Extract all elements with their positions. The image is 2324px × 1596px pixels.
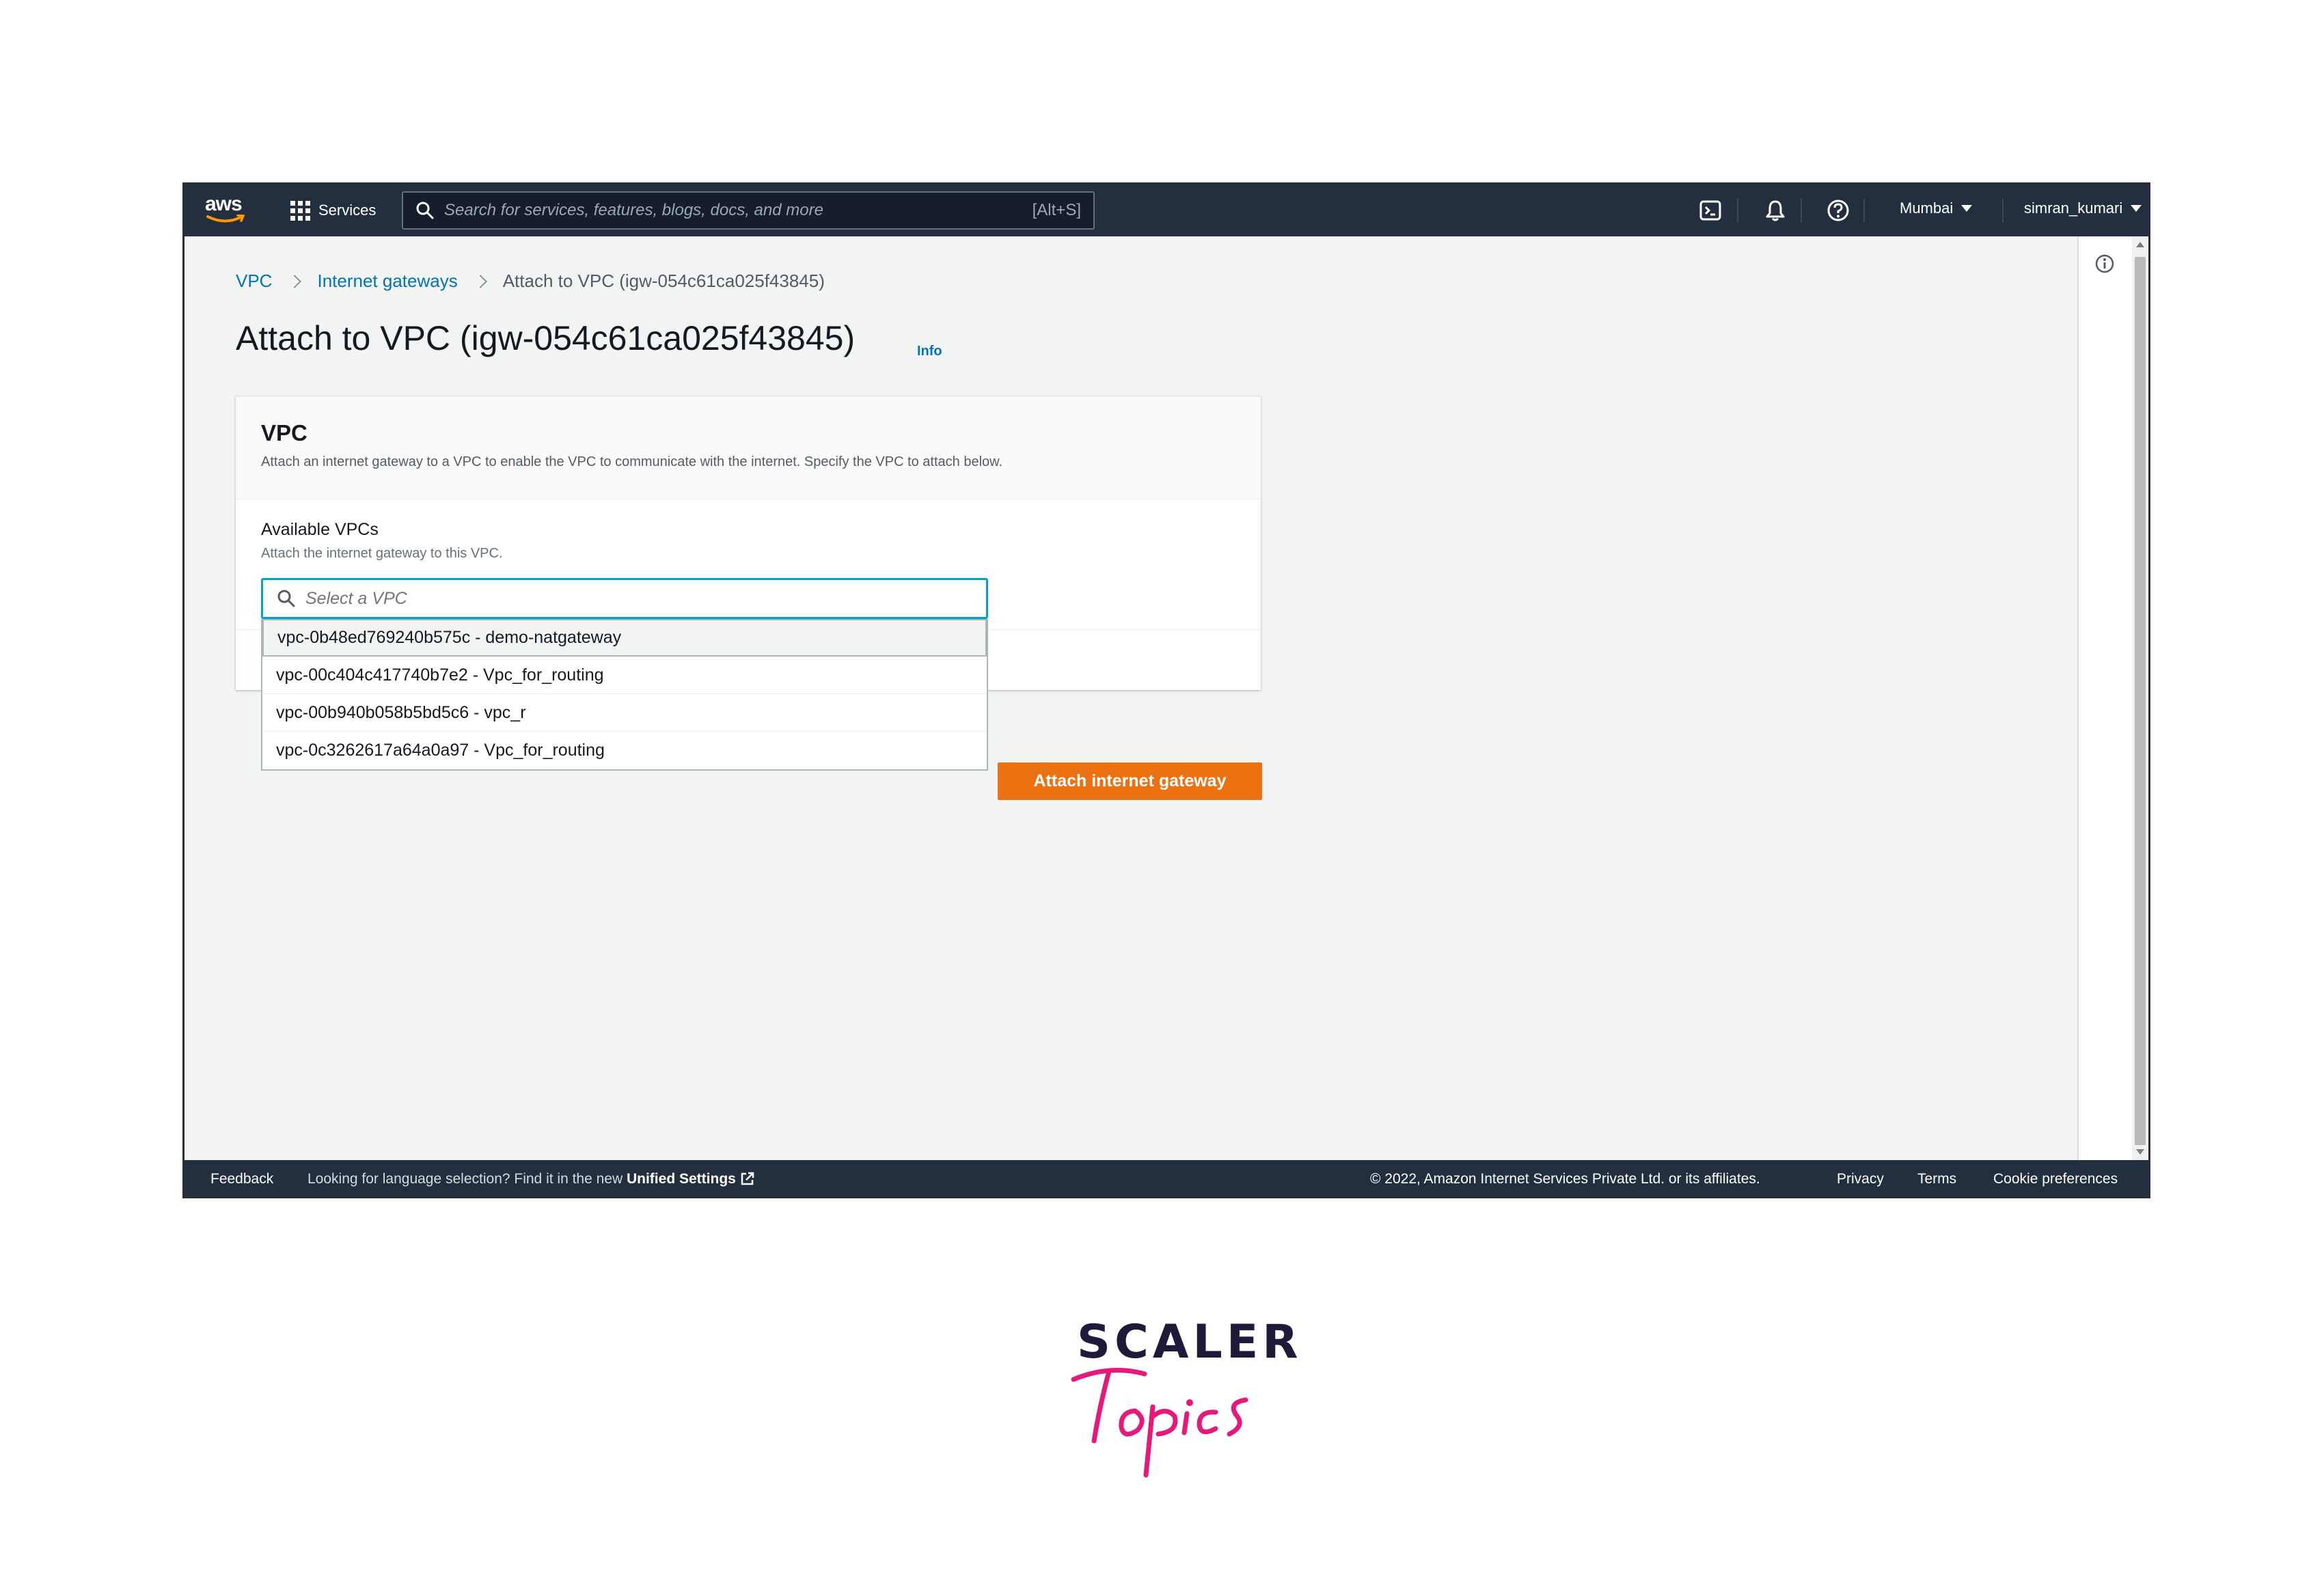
card-header: VPC Attach an internet gateway to a VPC … (236, 397, 1261, 499)
available-vpcs-label: Available VPCs (261, 520, 379, 539)
scaler-topics-logo: SCALER (1069, 1315, 1298, 1493)
caret-down-icon (1961, 205, 1973, 212)
region-selector[interactable]: Mumbai (1900, 200, 1973, 217)
brand-script-logo (1071, 1368, 1248, 1478)
card-title: VPC (261, 420, 307, 445)
scroll-up-icon[interactable] (2136, 242, 2144, 247)
nav-divider (1737, 198, 1738, 223)
aws-logo[interactable]: aws (205, 193, 249, 227)
vpc-select[interactable] (261, 578, 988, 619)
browser-window: aws Services Search for services, featur… (182, 182, 2150, 1198)
attach-internet-gateway-button[interactable]: Attach internet gateway (998, 762, 1262, 800)
nav-divider (1801, 198, 1802, 223)
language-message: Looking for language selection? Find it … (307, 1171, 755, 1187)
search-icon (277, 590, 295, 607)
region-label: Mumbai (1900, 200, 1954, 217)
vpc-dropdown-list: vpc-0b48ed769240b575c - demo-natgateway … (261, 619, 988, 771)
bell-icon[interactable] (1763, 198, 1788, 223)
external-link-icon (741, 1172, 754, 1185)
caret-down-icon (2131, 205, 2142, 212)
account-username: simran_kumari (2024, 200, 2123, 217)
services-label: Services (318, 202, 377, 219)
search-icon (416, 202, 434, 219)
info-icon[interactable] (2094, 253, 2116, 275)
vpc-option[interactable]: vpc-00c404c417740b7e2 - Vpc_for_routing (262, 657, 987, 694)
grid-icon (290, 200, 310, 221)
top-navigation: aws Services Search for services, featur… (184, 184, 2148, 236)
chevron-right-icon (473, 274, 487, 288)
terms-link[interactable]: Terms (1917, 1171, 1956, 1187)
breadcrumb-internet-gateways[interactable]: Internet gateways (317, 271, 457, 292)
console-search-box[interactable]: Search for services, features, blogs, do… (402, 191, 1095, 230)
breadcrumb: VPC Internet gateways Attach to VPC (igw… (236, 271, 825, 292)
services-menu-button[interactable]: Services (290, 197, 376, 224)
search-shortcut-hint: [Alt+S] (1032, 201, 1081, 219)
nav-divider (2002, 198, 2004, 223)
card-description: Attach an internet gateway to a VPC to e… (261, 454, 1003, 469)
console-footer: Feedback Looking for language selection?… (184, 1160, 2148, 1196)
copyright-text: © 2022, Amazon Internet Services Private… (1370, 1171, 1760, 1187)
account-menu[interactable]: simran_kumari (2024, 200, 2142, 217)
help-panel (2077, 236, 2148, 1160)
privacy-link[interactable]: Privacy (1837, 1171, 1884, 1187)
aws-smile-icon (206, 215, 245, 223)
cookie-preferences-link[interactable]: Cookie preferences (1993, 1171, 2118, 1187)
cloudshell-icon[interactable] (1698, 198, 1723, 223)
scroll-down-icon[interactable] (2136, 1149, 2144, 1155)
info-link[interactable]: Info (917, 344, 942, 359)
search-placeholder: Search for services, features, blogs, do… (444, 201, 823, 219)
breadcrumb-current: Attach to VPC (igw-054c61ca025f43845) (502, 271, 825, 291)
feedback-link[interactable]: Feedback (210, 1171, 273, 1187)
nav-divider (1863, 198, 1865, 223)
vpc-search-input[interactable] (305, 588, 920, 609)
available-vpcs-description: Attach the internet gateway to this VPC. (261, 546, 503, 561)
scroll-thumb[interactable] (2135, 257, 2146, 1145)
unified-settings-link[interactable]: Unified Settings (627, 1171, 736, 1187)
scrollbar[interactable] (2132, 236, 2148, 1160)
page-title: Attach to VPC (igw-054c61ca025f43845) (236, 319, 856, 357)
vpc-option[interactable]: vpc-0b48ed769240b575c - demo-natgateway (262, 619, 987, 657)
vpc-option[interactable]: vpc-0c3262617a64a0a97 - Vpc_for_routing (262, 732, 987, 769)
breadcrumb-vpc[interactable]: VPC (236, 271, 272, 292)
chevron-right-icon (288, 274, 302, 288)
help-icon[interactable] (1826, 198, 1850, 223)
main-content: VPC Internet gateways Attach to VPC (igw… (184, 236, 2077, 1160)
vpc-option[interactable]: vpc-00b940b058b5bd5c6 - vpc_r (262, 694, 987, 732)
language-message-text: Looking for language selection? Find it … (307, 1171, 623, 1187)
